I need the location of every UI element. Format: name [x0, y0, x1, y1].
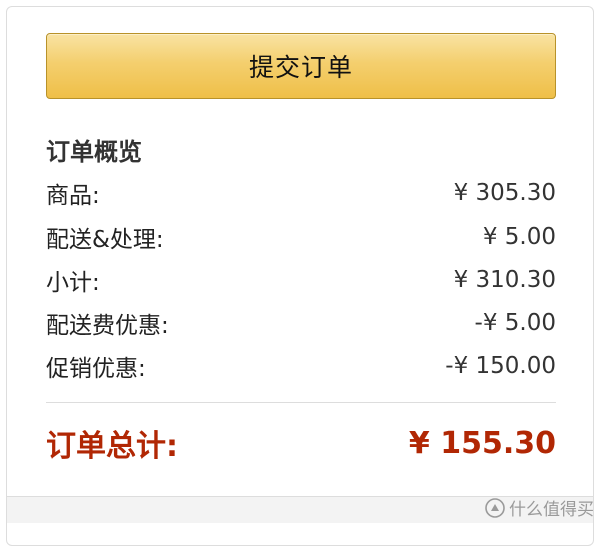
order-total-row: 订单总计: ¥ 155.30 [46, 422, 556, 465]
smzdm-logo-icon [485, 497, 505, 518]
order-total-amount: ¥ 155.30 [408, 425, 556, 461]
row-label: 商品: [46, 183, 100, 209]
row-label: 配送费优惠: [46, 313, 169, 339]
order-total-label: 订单总计: [46, 429, 178, 464]
summary-row-subtotal: 小计: ¥ 310.30 [46, 264, 556, 296]
summary-row-promotion: 促销优惠: -¥ 150.00 [46, 350, 556, 382]
submit-order-button[interactable]: 提交订单 [46, 33, 556, 99]
row-label: 小计: [46, 270, 100, 296]
row-amount: ¥ 310.30 [453, 267, 556, 293]
row-amount: -¥ 150.00 [445, 353, 556, 379]
row-amount: -¥ 5.00 [474, 310, 556, 336]
watermark-text: 什么值得买 [509, 500, 594, 520]
watermark: 什么值得买 [485, 495, 594, 520]
order-summary-title: 订单概览 [46, 138, 142, 166]
summary-divider [46, 402, 556, 403]
summary-row-items: 商品: ¥ 305.30 [46, 177, 556, 209]
row-amount: ¥ 305.30 [453, 180, 556, 206]
summary-row-shipping: 配送&处理: ¥ 5.00 [46, 221, 556, 253]
row-amount: ¥ 5.00 [482, 224, 556, 250]
row-label: 促销优惠: [46, 356, 146, 382]
row-label: 配送&处理: [46, 227, 164, 253]
summary-row-shipping-discount: 配送费优惠: -¥ 5.00 [46, 307, 556, 339]
